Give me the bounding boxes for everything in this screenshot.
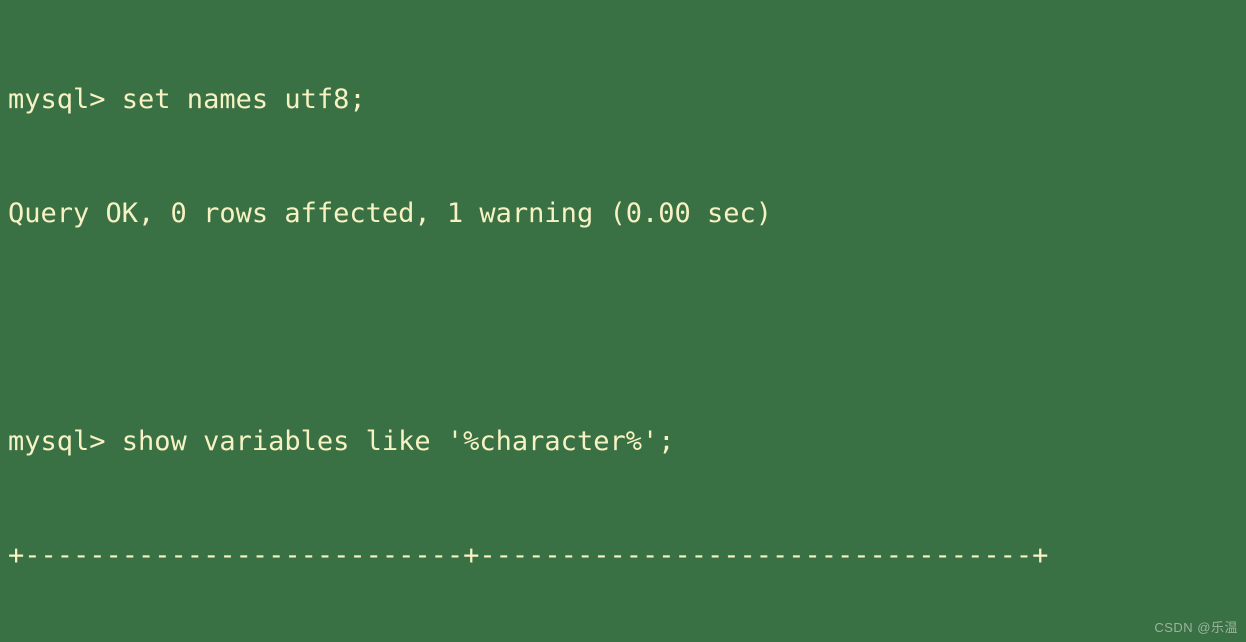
- terminal-line-status-1: Query OK, 0 rows affected, 1 warning (0.…: [8, 198, 773, 229]
- csdn-watermark: CSDN @乐温: [1154, 620, 1238, 635]
- terminal-line-command-1: mysql> set names utf8;: [8, 84, 366, 115]
- terminal-window[interactable]: mysql> set names utf8; Query OK, 0 rows …: [0, 0, 1246, 642]
- terminal-output: mysql> set names utf8; Query OK, 0 rows …: [8, 5, 1048, 642]
- table-border-top: +---------------------------+-----------…: [8, 540, 1049, 571]
- terminal-line-command-2: mysql> show variables like '%character%'…: [8, 426, 675, 457]
